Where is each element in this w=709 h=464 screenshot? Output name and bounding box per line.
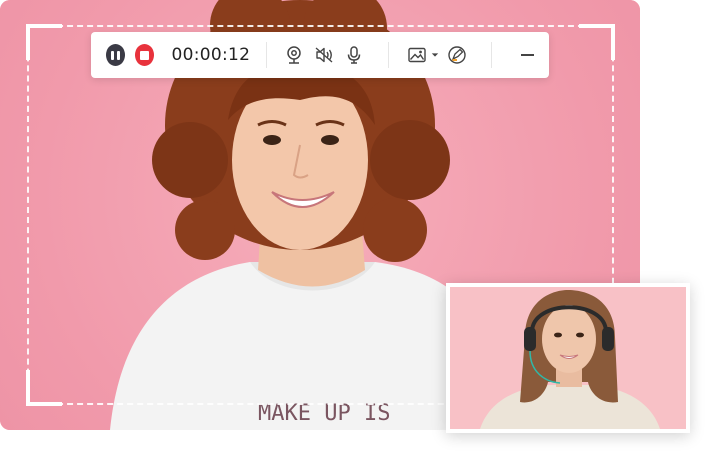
toolbar-divider — [491, 42, 493, 68]
stop-button[interactable] — [135, 44, 155, 66]
pause-button[interactable] — [106, 44, 126, 66]
screenshot-button[interactable] — [405, 42, 428, 68]
microphone-toggle-button[interactable] — [343, 42, 366, 68]
stop-icon — [140, 50, 150, 60]
toolbar-divider — [266, 42, 268, 68]
image-icon — [407, 47, 426, 63]
minimize-icon — [521, 54, 535, 56]
annotate-button[interactable] — [446, 42, 469, 68]
webcam-toggle-button[interactable] — [283, 42, 306, 68]
minimize-button[interactable] — [516, 42, 539, 68]
webcam-feed-image — [450, 287, 686, 429]
screenshot-options-dropdown[interactable] — [431, 42, 440, 68]
microphone-icon — [347, 46, 361, 64]
pause-icon — [111, 50, 121, 60]
webcam-overlay[interactable] — [446, 283, 690, 433]
chevron-down-icon — [432, 53, 439, 57]
shirt-text: MAKE UP IS — [258, 401, 390, 426]
toolbar-divider — [388, 42, 390, 68]
recording-toolbar: 00:00:12 — [91, 32, 549, 78]
pen-icon — [448, 46, 466, 64]
recording-timer: 00:00:12 — [171, 45, 251, 65]
speaker-icon — [315, 47, 333, 63]
webcam-icon — [287, 46, 302, 64]
system-audio-toggle-button[interactable] — [313, 42, 336, 68]
